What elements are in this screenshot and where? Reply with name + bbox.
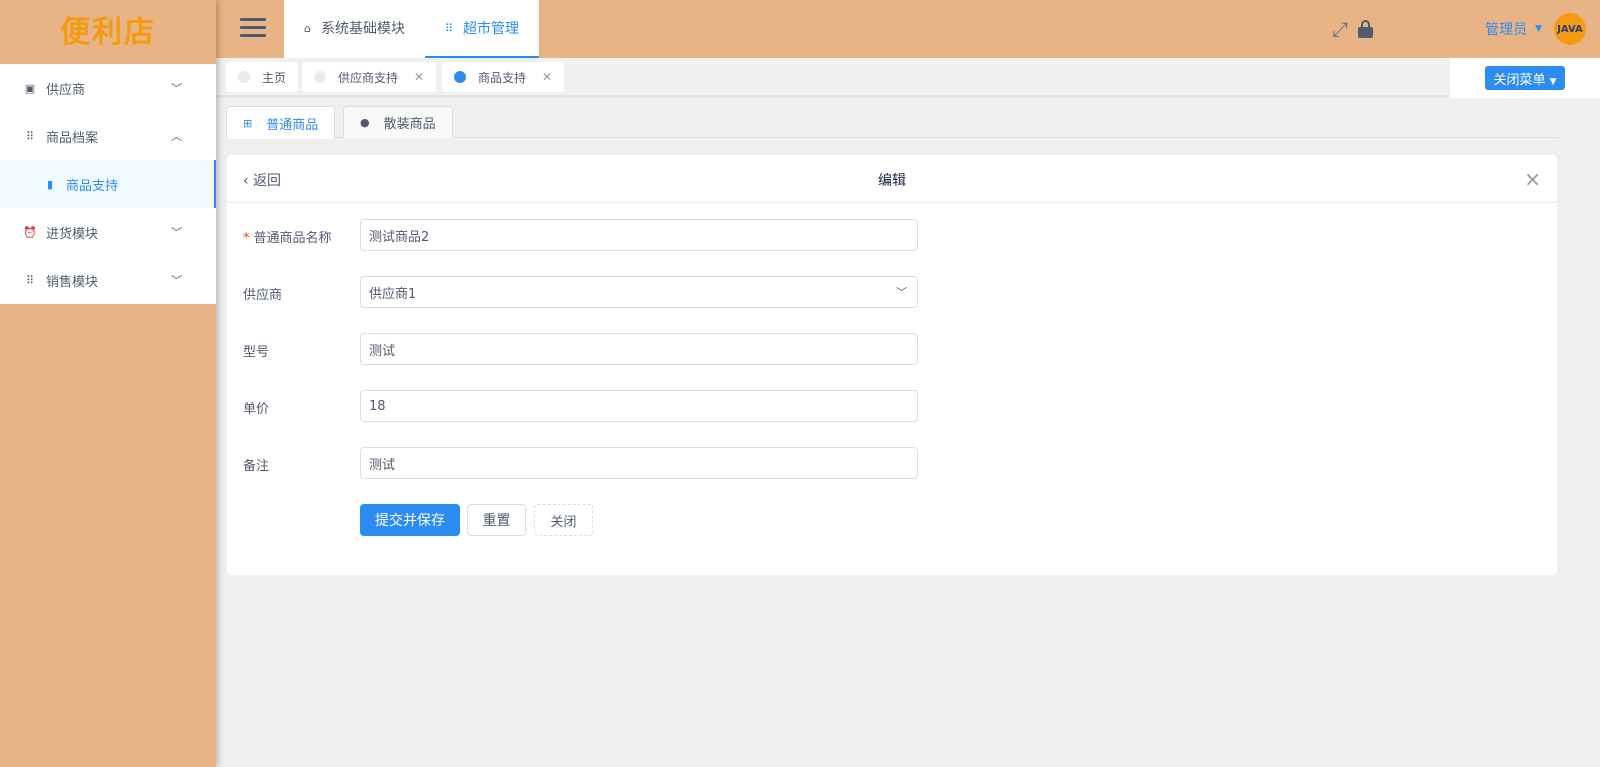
tag-label: 供应商支持 xyxy=(338,70,399,85)
close-menu-area: 关闭菜单 ▼ xyxy=(1450,58,1600,98)
edit-card: ‹ 返回 编辑 × * 普通商品名称 测试商品2 供应商 供应商1 ﹀ 型号 测试 单价 1… xyxy=(227,155,1557,575)
tag-label: 主页 xyxy=(262,70,287,85)
card-title: 编辑 xyxy=(878,173,906,189)
supplier-select[interactable]: 供应商1 ﹀ xyxy=(360,276,918,308)
avatar-text: JAVA xyxy=(1557,23,1583,35)
sidebar-item-label: 供应商 xyxy=(46,82,86,98)
sidebar-item-supplier[interactable]: ▣ 供应商 ﹀ xyxy=(0,64,216,112)
sidebar-item-product-support[interactable]: ▮ 商品支持 xyxy=(0,160,216,208)
grid-icon: ⠿ xyxy=(25,129,35,143)
grid-icon: ⠿ xyxy=(25,273,35,287)
tab-normal-product[interactable]: ⊞ 普通商品 xyxy=(226,106,336,139)
chevron-down-icon: ﹀ xyxy=(171,274,182,287)
tag-home[interactable]: 主页 xyxy=(226,62,299,92)
field-label: * 普通商品名称 xyxy=(243,227,332,246)
tab-system-base[interactable]: ⌂ 系统基础模块 xyxy=(284,0,425,58)
archive-icon: ▣ xyxy=(24,81,36,95)
logo: 便利店 xyxy=(60,15,156,50)
tag-label: 商品支持 xyxy=(478,70,527,85)
card-header: ‹ 返回 编辑 × xyxy=(227,155,1557,203)
sidebar-item-label: 商品档案 xyxy=(46,130,99,146)
sidebar-item-purchase[interactable]: ⏰ 进货模块 ﹀ xyxy=(0,208,216,256)
fullscreen-icon[interactable]: ⤢ xyxy=(1332,17,1348,41)
user-name[interactable]: 管理员 xyxy=(1485,19,1527,39)
sidebar-item-sales[interactable]: ⠿ 销售模块 ﹀ xyxy=(0,256,216,304)
dot-icon xyxy=(314,71,326,83)
home-icon: ⌂ xyxy=(304,21,311,35)
product-name-input[interactable]: 测试商品2 xyxy=(360,219,918,251)
close-icon[interactable]: ✕ xyxy=(414,70,424,84)
avatar[interactable]: JAVA xyxy=(1554,13,1586,45)
caret-down-icon: ▼ xyxy=(1549,76,1557,87)
lock-icon[interactable] xyxy=(1358,20,1374,38)
button-label: 关闭菜单 xyxy=(1493,72,1546,88)
tab-supermarket[interactable]: ⠿ 超市管理 xyxy=(424,0,540,58)
tab-label: 普通商品 xyxy=(266,117,319,133)
windows-icon: ⊞ xyxy=(243,116,253,130)
header-right: ⤢ 管理员 ▼ JAVA xyxy=(1332,0,1600,58)
dot-icon xyxy=(454,71,466,83)
caret-down-icon[interactable]: ▼ xyxy=(1535,24,1542,34)
model-input[interactable]: 测试 xyxy=(360,333,918,365)
chevron-down-icon: ﹀ xyxy=(896,286,907,299)
sidebar-item-product-archive[interactable]: ⠿ 商品档案 ︿ xyxy=(0,112,216,160)
sidebar-item-label: 商品支持 xyxy=(66,178,119,194)
top-nav: ⌂ 系统基础模块 ⠿ 超市管理 xyxy=(284,0,540,58)
label-text: 普通商品名称 xyxy=(253,231,332,246)
form-row-supplier: 供应商 供应商1 ﹀ xyxy=(227,276,927,308)
close-icon[interactable]: × xyxy=(1524,167,1541,191)
chevron-down-icon: ﹀ xyxy=(171,226,182,239)
required-mark: * xyxy=(243,231,250,246)
remark-input[interactable]: 测试 xyxy=(360,447,918,479)
field-label: 供应商 xyxy=(243,288,283,303)
tab-bulk-product[interactable]: ● 散装商品 xyxy=(343,106,453,138)
form-row-model: 型号 测试 xyxy=(227,333,927,365)
form-row-name: * 普通商品名称 测试商品2 xyxy=(227,219,927,251)
form-row-price: 单价 18 xyxy=(227,390,927,422)
apple-icon: ● xyxy=(360,116,370,129)
close-menu-button[interactable]: 关闭菜单 ▼ xyxy=(1485,66,1565,90)
tag-bar: 主页 供应商支持 ✕ 商品支持 ✕ 关闭菜单 ▼ xyxy=(216,58,1600,98)
tag-supplier-support[interactable]: 供应商支持 ✕ xyxy=(302,62,437,92)
sidebar-item-label: 销售模块 xyxy=(46,274,99,290)
menu-toggle-icon[interactable] xyxy=(240,18,266,38)
form-row-remark: 备注 测试 xyxy=(227,447,927,479)
close-button[interactable]: 关闭 xyxy=(534,504,593,536)
field-label: 型号 xyxy=(243,345,270,360)
price-input[interactable]: 18 xyxy=(360,390,918,422)
field-label: 单价 xyxy=(243,402,270,417)
field-label: 备注 xyxy=(243,459,270,474)
sidebar: 便利店 ▣ 供应商 ﹀ ⠿ 商品档案 ︿ ▮ 商品支持 ⏰ 进货模块 ﹀ ⠿ 销售模块 ﹀ xyxy=(0,0,216,767)
header: ⌂ 系统基础模块 ⠿ 超市管理 ⤢ 管理员 ▼ JAVA xyxy=(216,0,1600,58)
reset-button[interactable]: 重置 xyxy=(467,504,526,536)
trash-icon: ▮ xyxy=(46,177,54,191)
tab-label: 散装商品 xyxy=(383,117,436,132)
dot-icon xyxy=(238,71,250,83)
select-value: 供应商1 xyxy=(369,286,417,302)
close-icon[interactable]: ✕ xyxy=(542,70,552,84)
sidebar-item-label: 进货模块 xyxy=(46,226,99,242)
tab-label: 超市管理 xyxy=(463,21,520,37)
product-tabs: ⊞ 普通商品 ● 散装商品 xyxy=(226,106,1558,139)
submit-button[interactable]: 提交并保存 xyxy=(360,504,460,536)
sidebar-menu: ▣ 供应商 ﹀ ⠿ 商品档案 ︿ ▮ 商品支持 ⏰ 进货模块 ﹀ ⠿ 销售模块 ﹀ xyxy=(0,64,216,304)
alarm-icon: ⏰ xyxy=(23,225,37,239)
tab-label: 系统基础模块 xyxy=(320,21,405,37)
chevron-down-icon: ﹀ xyxy=(171,82,182,95)
chevron-up-icon: ︿ xyxy=(171,130,182,143)
grid-icon: ⠿ xyxy=(444,21,454,35)
tag-product-support[interactable]: 商品支持 ✕ xyxy=(442,62,565,92)
